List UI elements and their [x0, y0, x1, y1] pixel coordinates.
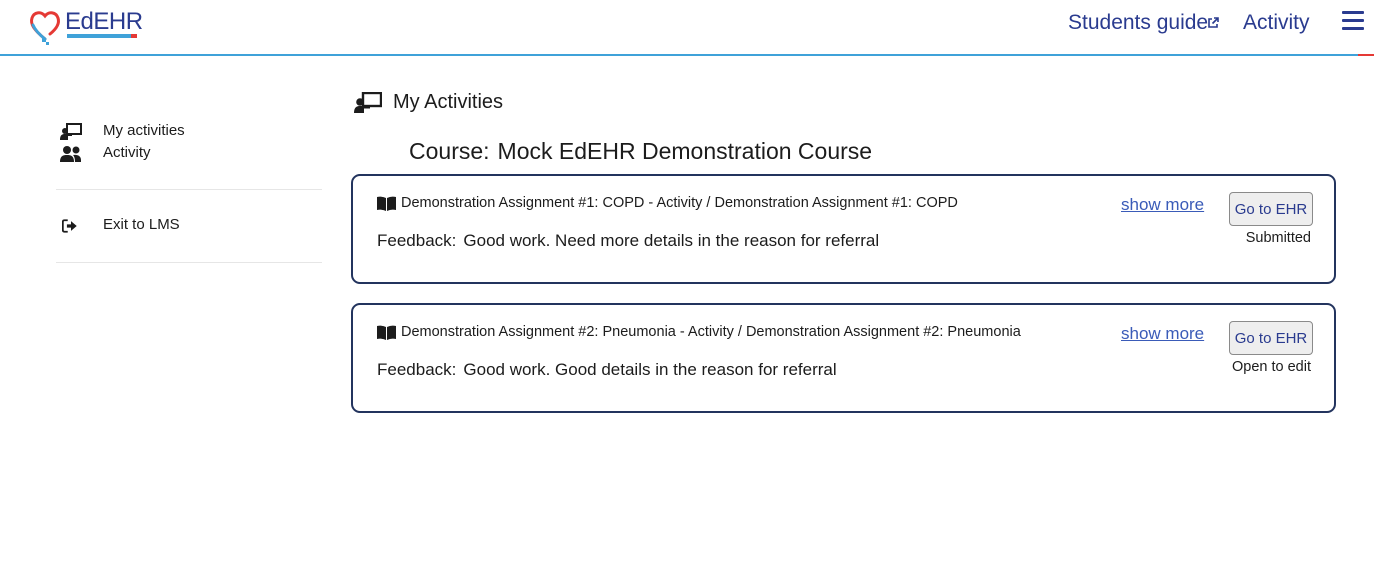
course-label: Course:	[409, 138, 490, 164]
feedback-label: Feedback:	[377, 231, 457, 250]
show-more-link[interactable]: show more	[1121, 195, 1204, 215]
activity-title: Demonstration Assignment #2: Pneumonia -…	[401, 324, 1021, 340]
hamburger-menu-icon[interactable]	[1342, 11, 1364, 31]
activity-nav-link[interactable]: Activity	[1243, 11, 1310, 35]
sidebar-item-label: Exit to LMS	[103, 216, 180, 233]
heart-logo-icon	[30, 11, 60, 45]
activity-card: Demonstration Assignment #1: COPD - Acti…	[351, 174, 1336, 284]
chalkboard-teacher-icon	[60, 123, 82, 140]
header-divider	[0, 54, 1374, 56]
app-header: EdEHR Students guide Activity	[0, 0, 1374, 56]
sidebar-divider	[56, 189, 322, 190]
page-title: My Activities	[393, 91, 504, 113]
chalkboard-teacher-icon	[354, 92, 382, 113]
feedback-label: Feedback:	[377, 360, 457, 379]
show-more-link[interactable]: show more	[1121, 324, 1204, 344]
go-to-ehr-button[interactable]: Go to EHR	[1229, 321, 1313, 355]
activity-feedback: Feedback: Good work. Good details in the …	[377, 360, 837, 380]
sign-out-icon	[62, 219, 77, 233]
book-open-icon	[377, 325, 396, 340]
logo-underline-accent	[131, 34, 137, 38]
activity-title: Demonstration Assignment #1: COPD - Acti…	[401, 195, 958, 211]
students-guide-link[interactable]: Students guide	[1068, 11, 1208, 35]
external-link-icon	[1208, 17, 1219, 28]
activity-card: Demonstration Assignment #2: Pneumonia -…	[351, 303, 1336, 413]
book-open-icon	[377, 196, 396, 211]
feedback-text: Good work. Good details in the reason fo…	[463, 360, 837, 379]
logo-text[interactable]: EdEHR	[65, 8, 143, 36]
sidebar-divider	[56, 262, 322, 263]
activity-feedback: Feedback: Good work. Need more details in…	[377, 231, 879, 251]
header-divider-accent	[1358, 54, 1374, 56]
logo-underline	[67, 34, 131, 38]
go-to-ehr-button[interactable]: Go to EHR	[1229, 192, 1313, 226]
users-icon	[60, 146, 81, 162]
course-heading: Course: Mock EdEHR Demonstration Course	[409, 138, 872, 165]
sidebar-item-label: Activity	[103, 144, 151, 161]
activity-status: Open to edit	[1232, 359, 1311, 375]
course-name: Mock EdEHR Demonstration Course	[497, 138, 873, 164]
feedback-text: Good work. Need more details in the reas…	[463, 231, 880, 250]
activity-status: Submitted	[1245, 230, 1311, 246]
sidebar-item-label: My activities	[103, 122, 185, 139]
